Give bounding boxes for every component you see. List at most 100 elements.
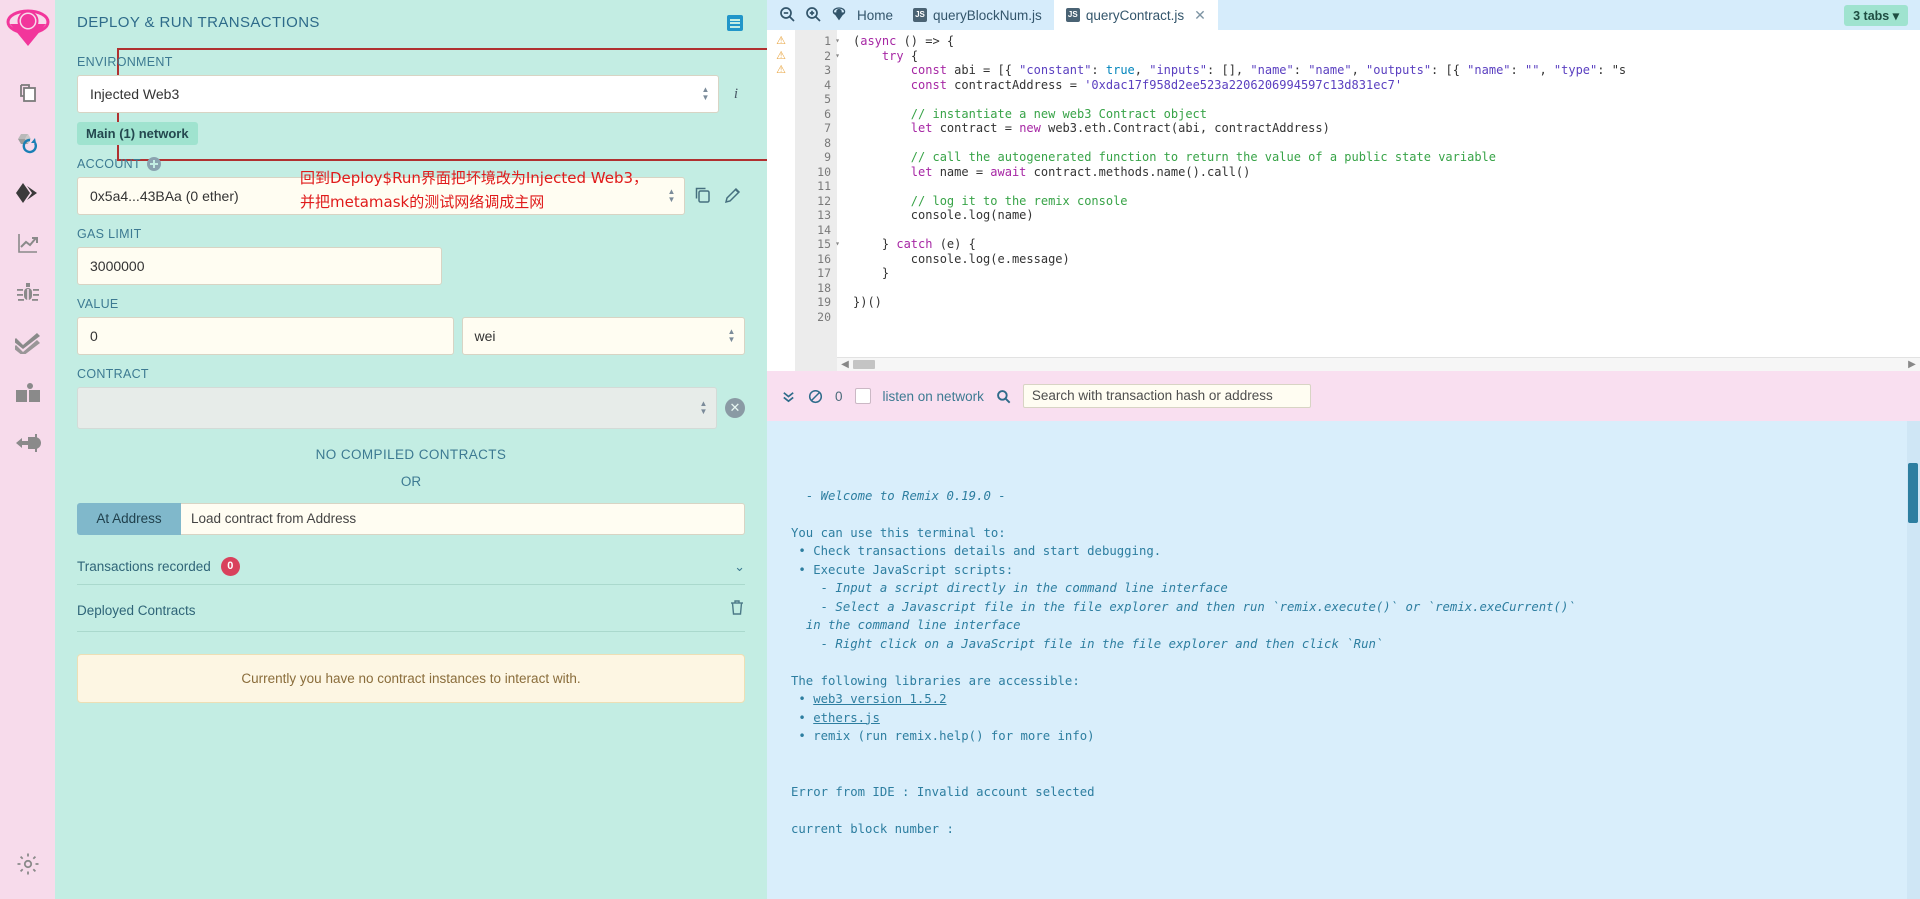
editor-line-number: 5 [824, 92, 831, 106]
editor-code-line: let name = await contract.methods.name()… [910, 164, 1251, 179]
deployed-contracts-label: Deployed Contracts [77, 602, 196, 618]
scrollbar-thumb[interactable] [853, 360, 875, 369]
deploy-run-transactions-icon[interactable] [6, 168, 50, 218]
home-icon[interactable] [831, 6, 847, 25]
terminal-scrollbar-track[interactable] [1907, 421, 1920, 899]
gas-limit-label: GAS LIMIT [77, 227, 142, 241]
settings-icon[interactable] [6, 839, 50, 889]
debugger-icon[interactable] [6, 268, 50, 318]
close-icon[interactable]: ✕ [1194, 7, 1206, 24]
add-account-icon[interactable] [146, 157, 161, 171]
environment-spinner-icon[interactable]: ▲ ▼ [701, 86, 710, 102]
editor-code-line: const abi = [{ "constant": true, "inputs… [910, 63, 1627, 77]
search-icon[interactable] [996, 389, 1011, 404]
value-amount: 0 [90, 328, 98, 344]
tab-home[interactable]: Home [857, 8, 893, 23]
page-title: DEPLOY & RUN TRANSACTIONS [77, 14, 320, 31]
unit-testing-icon[interactable] [6, 318, 50, 368]
editor-gutter-blank [767, 179, 795, 194]
tab-querycontract[interactable]: JS queryContract.js ✕ [1053, 0, 1218, 30]
account-label-text: ACCOUNT [77, 157, 141, 171]
terminal-scrollbar-thumb[interactable] [1908, 463, 1918, 523]
panel-menu-icon[interactable] [727, 14, 743, 31]
scroll-right-icon[interactable]: ▶ [1904, 359, 1920, 370]
editor-warning-icon: ⚠ [776, 64, 786, 76]
editor-gutter-blank [767, 136, 795, 151]
environment-info-icon[interactable]: i [727, 85, 745, 103]
listen-on-network-label: listen on network [882, 388, 984, 404]
code-editor[interactable]: ⚠ ⚠ ⚠ 1 ▾ 2 ▾ 3 4 5 6 7 8 9 10 11 12 13 14 15 ▾ 16 17 18 19 20 (… [767, 30, 1920, 371]
editor-horizontal-scrollbar[interactable]: ◀ ▶ [837, 357, 1920, 371]
code-fold-icon[interactable]: ▾ [835, 34, 840, 49]
editor-line-number: 3 [824, 63, 831, 77]
main-area: Home JS queryBlockNum.js JS queryContrac… [767, 0, 1920, 899]
scroll-left-icon[interactable]: ◀ [837, 359, 853, 370]
value-unit-select[interactable]: wei ▲ ▼ [461, 317, 745, 355]
no-compiled-contracts-text: NO COMPILED CONTRACTS [315, 447, 507, 462]
environment-value: Injected Web3 [90, 86, 180, 102]
chevron-down-icon[interactable]: ⌄ [734, 559, 745, 575]
zoom-out-icon[interactable] [779, 6, 795, 25]
tabs-count-badge[interactable]: 3 tabs ▾ [1844, 4, 1908, 26]
editor-code-line: // log it to the remix console [853, 193, 1128, 208]
editor-gutter-blank [767, 194, 795, 209]
code-fold-icon[interactable]: ▾ [835, 237, 840, 252]
editor-code-content[interactable]: (async () => { try { const abi = [{ "con… [837, 30, 1920, 371]
value-input[interactable]: 0 [77, 317, 454, 355]
terminal-output[interactable]: - Welcome to Remix 0.19.0 - You can use … [767, 421, 1920, 899]
solidity-compiler-icon[interactable] [6, 118, 50, 168]
account-row: 0x5a4...43BAa (0 ether) ▲ ▼ [77, 177, 745, 215]
at-address-input[interactable]: Load contract from Address [181, 503, 745, 535]
editor-line-number: 4 [824, 77, 831, 92]
at-address-row: At Address Load contract from Address [77, 503, 745, 535]
account-spinner-icon[interactable]: ▲ ▼ [667, 188, 676, 204]
editor-line-number: 2 ▾ [824, 48, 840, 63]
contract-select[interactable]: ▲ ▼ [77, 387, 717, 429]
account-select[interactable]: 0x5a4...43BAa (0 ether) ▲ ▼ [77, 177, 685, 215]
tab-queryblocknum-label: queryBlockNum.js [933, 7, 1042, 23]
transactions-recorded-row[interactable]: Transactions recorded 0 ⌄ [77, 557, 745, 585]
terminal-line: current block number : [791, 821, 954, 836]
code-fold-icon[interactable]: ▾ [835, 49, 840, 64]
tab-queryblocknum[interactable]: JS queryBlockNum.js [901, 0, 1054, 30]
editor-gutter-blank [767, 165, 795, 180]
terminal-text: - Welcome to Remix 0.19.0 - You can use … [791, 487, 1920, 839]
environment-label: ENVIRONMENT [77, 55, 173, 69]
documentation-icon[interactable] [6, 368, 50, 418]
editor-gutter-blank [767, 150, 795, 165]
zoom-in-icon[interactable] [805, 6, 821, 25]
remix-logo[interactable] [6, 6, 50, 50]
no-entry-icon[interactable] [808, 389, 823, 404]
copy-account-icon[interactable] [693, 185, 715, 207]
gas-limit-input[interactable]: 3000000 [77, 247, 442, 285]
at-address-button[interactable]: At Address [77, 503, 181, 535]
transaction-search-input[interactable]: Search with transaction hash or address [1022, 384, 1311, 408]
environment-select[interactable]: Injected Web3 ▲ ▼ [77, 75, 719, 113]
editor-gutter-blank [767, 281, 795, 296]
editor-line-number: 15 ▾ [817, 237, 840, 251]
terminal-line: • Check transactions details and start d… [791, 544, 1162, 558]
deployed-contracts-row: Deployed Contracts [77, 599, 745, 632]
edit-account-icon[interactable] [723, 185, 745, 207]
solidity-analyzers-icon[interactable] [6, 218, 50, 268]
file-explorers-icon[interactable] [6, 68, 50, 118]
listen-on-network-checkbox[interactable] [854, 388, 871, 404]
editor-line-numbers: 1 ▾ 2 ▾ 3 4 5 6 7 8 9 10 11 12 13 14 15 ▾ 16 17 18 19 20 [795, 30, 840, 371]
value-row: 0 wei ▲ ▼ [77, 317, 745, 355]
editor-code-line [853, 223, 1920, 238]
terminal-line: - Welcome to Remix 0.19.0 - [791, 488, 1006, 503]
plugin-manager-icon[interactable] [6, 418, 50, 468]
trash-icon[interactable] [729, 599, 745, 621]
editor-line-number: 6 [824, 106, 831, 121]
editor-line-number: 1 ▾ [824, 34, 840, 48]
terminal-line: - Right click on a JavaScript file in th… [791, 636, 1384, 651]
terminal-line: The following libraries are accessible: [791, 673, 1080, 688]
editor-line-number: 18 [817, 280, 831, 295]
value-unit-spinner-icon[interactable]: ▲ ▼ [727, 328, 736, 344]
editor-warning-icon: ⚠ [776, 35, 786, 47]
clear-contract-icon[interactable]: ✕ [725, 398, 745, 418]
contract-spinner-icon[interactable]: ▲ ▼ [699, 400, 708, 416]
terminal-line: - Select a Javascript file in the file e… [791, 599, 1576, 614]
double-chevron-down-icon[interactable] [781, 389, 796, 404]
